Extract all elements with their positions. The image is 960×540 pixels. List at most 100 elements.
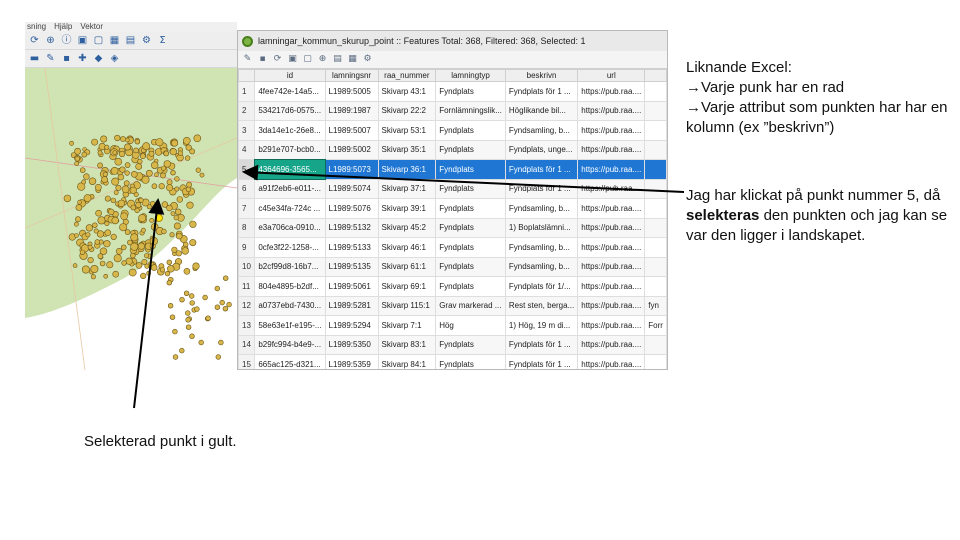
settings-icon[interactable]: ⚙ (140, 34, 153, 47)
table-cell[interactable]: L1989:5076 (324, 198, 379, 219)
deselect-icon[interactable]: ▢ (92, 34, 105, 47)
settings-icon[interactable]: ⚙ (362, 54, 373, 65)
row-number[interactable]: 13 (238, 315, 256, 336)
table-cell[interactable]: Skivarp 45:2 (377, 217, 437, 238)
table-cell[interactable]: https://pub.raa.... (577, 159, 646, 180)
layer-icon[interactable]: ▬ (28, 52, 41, 65)
table-cell[interactable]: 3da14e1c-26e8... (254, 120, 326, 141)
identify-icon[interactable]: ⓘ (60, 34, 73, 47)
table-cell[interactable]: 4364696-3565... (253, 158, 327, 180)
table-cell[interactable]: https://pub.raa.... (577, 276, 646, 297)
menu-item[interactable]: Hjälp (54, 22, 72, 31)
table-cell[interactable]: b2cf99d8-16b7... (254, 256, 326, 277)
table-cell[interactable]: Fyndplats (435, 237, 506, 258)
table-row[interactable]: 5 4364696-3565... L1989:5073 Skivarp 36:1 Fy… (238, 158, 667, 180)
table-cell[interactable]: Fyndplats (435, 139, 506, 160)
table-cell[interactable]: Fyndsamling, b... (504, 256, 579, 277)
deselect-icon[interactable]: ▢ (302, 54, 313, 65)
table-cell[interactable]: https://pub.raa.... (577, 237, 646, 258)
table-cell[interactable]: https://pub.raa.... (577, 217, 646, 238)
table-cell[interactable]: L1989:5281 (324, 295, 379, 316)
table-cell[interactable]: Hög (435, 315, 506, 336)
row-number[interactable]: 2 (238, 100, 256, 121)
label-icon[interactable]: ◈ (108, 52, 121, 65)
menu-item[interactable]: Vektor (80, 22, 103, 31)
table-cell[interactable]: Skivarp 83:1 (377, 334, 437, 355)
table-row[interactable]: 8 e3a706ca-0910... L1989:5132 Skivarp 45:2 F… (238, 217, 667, 238)
table-cell[interactable]: Skivarp 84:1 (377, 354, 437, 369)
table-cell[interactable]: b291e707-bcb0... (254, 139, 326, 160)
table-cell[interactable]: https://pub.raa.... (577, 354, 646, 369)
table-cell[interactable]: Skivarp 35:1 (377, 139, 437, 160)
menu-item[interactable]: sning (27, 22, 46, 31)
table-cell[interactable]: Skivarp 53:1 (377, 120, 437, 141)
row-number[interactable]: 15 (238, 354, 256, 369)
table-cell[interactable]: Fornlämningslik... (435, 100, 506, 121)
table-cell[interactable]: Fyndplats (435, 276, 506, 297)
table-cell[interactable]: Fyndplats (435, 256, 506, 277)
table-cell[interactable]: L1989:5133 (324, 237, 379, 258)
table-cell[interactable]: https://pub.raa.... (577, 139, 646, 160)
table-cell[interactable]: 0cfe3f22-1258-... (254, 237, 326, 258)
column-header-lamningtyp[interactable]: lamningtyp (435, 69, 506, 82)
row-number[interactable]: 11 (238, 276, 256, 297)
table-cell[interactable]: Skivarp 36:1 (377, 159, 437, 180)
table-cell[interactable]: Fyndsamling, b... (504, 237, 579, 258)
table-cell[interactable]: L1989:5005 (324, 81, 379, 102)
select-icon[interactable]: ▣ (76, 34, 89, 47)
table-row[interactable]: 13 58e63e1f-e195-... L1989:5294 Skivarp 7:1… (238, 315, 667, 336)
refresh-icon[interactable]: ⟳ (272, 54, 283, 65)
table-cell[interactable]: L1989:5350 (324, 334, 379, 355)
table-cell[interactable]: Skivarp 22:2 (377, 100, 437, 121)
calculator-icon[interactable]: ▤ (332, 54, 343, 65)
table-cell[interactable]: 665ac125-d321... (254, 354, 326, 369)
row-number[interactable]: 12 (238, 295, 256, 316)
table-cell[interactable]: L1989:1987 (324, 100, 379, 121)
row-number[interactable]: 3 (238, 120, 256, 141)
row-number[interactable]: 1 (238, 81, 256, 102)
table-row[interactable]: 4 b291e707-bcb0... L1989:5002 Skivarp 35:1 F… (238, 139, 667, 160)
table-cell[interactable]: Fyndplats (435, 217, 506, 238)
table-cell[interactable]: 534217d6-0575... (254, 100, 326, 121)
column-header-url[interactable]: url (577, 69, 646, 82)
table-cell[interactable]: Fyndplats för 1 ... (504, 159, 579, 180)
table-cell[interactable]: Rest sten, berga... (504, 295, 579, 316)
table-cell[interactable]: L1989:5002 (324, 139, 379, 160)
row-number[interactable]: 7 (238, 198, 256, 219)
table-row[interactable]: 11 804e4895-b2df... L1989:5061 Skivarp 69:1… (238, 276, 667, 297)
table-cell[interactable]: Fyndplats, unge... (504, 139, 579, 160)
table-row[interactable]: 15 665ac125-d321... L1989:5359 Skivarp 84:1… (238, 354, 667, 369)
column-header-beskrivn[interactable]: beskrivn (504, 69, 579, 82)
table-cell[interactable]: Fyndplats för 1 ... (504, 178, 579, 199)
row-number[interactable]: 10 (238, 256, 256, 277)
table-cell[interactable]: Fyndplats (435, 81, 506, 102)
column-header-raa_nummer[interactable]: raa_nummer (377, 69, 437, 82)
node-icon[interactable]: ◆ (92, 52, 105, 65)
zoom-icon[interactable]: ⊕ (317, 54, 328, 65)
table-row[interactable]: 3 3da14e1c-26e8... L1989:5007 Skivarp 53:1 F… (238, 120, 667, 141)
table-cell[interactable]: L1989:5132 (324, 217, 379, 238)
table-cell[interactable]: Skivarp 37:1 (377, 178, 437, 199)
table-row[interactable]: 1 4fee742e-14a5... L1989:5005 Skivarp 43:1 F… (238, 81, 667, 102)
row-number[interactable]: 14 (238, 334, 256, 355)
table-cell[interactable]: 4fee742e-14a5... (254, 81, 326, 102)
table-cell[interactable]: Fyndplats (435, 159, 506, 180)
table-cell[interactable]: https://pub.raa.... (577, 334, 646, 355)
table-cell[interactable]: L1989:5074 (324, 178, 379, 199)
table-cell[interactable]: Fyndplats för 1 ... (504, 334, 579, 355)
save-icon[interactable]: ▪ (257, 54, 268, 65)
table-cell[interactable]: Fyndplats (435, 178, 506, 199)
map-svg[interactable] (25, 68, 237, 370)
table-cell[interactable]: Höglikande bil... (504, 100, 579, 121)
table-cell[interactable]: Skivarp 39:1 (377, 198, 437, 219)
table-cell[interactable]: Fyndsamling, b... (504, 120, 579, 141)
table-cell[interactable]: L1989:5007 (324, 120, 379, 141)
table-row[interactable]: 7 c45e34fa-724c ... L1989:5076 Skivarp 39:1… (238, 198, 667, 219)
table-cell[interactable]: Fyndsamling, b... (504, 198, 579, 219)
calculator-icon[interactable]: ▤ (124, 34, 137, 47)
table-cell[interactable]: https://pub.raa.... (577, 100, 646, 121)
table-cell[interactable]: https://pub.raa.... (577, 178, 646, 199)
table-row[interactable]: 14 b29fc994-b4e9-... L1989:5350 Skivarp 83:… (238, 334, 667, 355)
table-row[interactable]: 9 0cfe3f22-1258-... L1989:5133 Skivarp 46:1… (238, 237, 667, 258)
row-number[interactable]: 8 (238, 217, 256, 238)
